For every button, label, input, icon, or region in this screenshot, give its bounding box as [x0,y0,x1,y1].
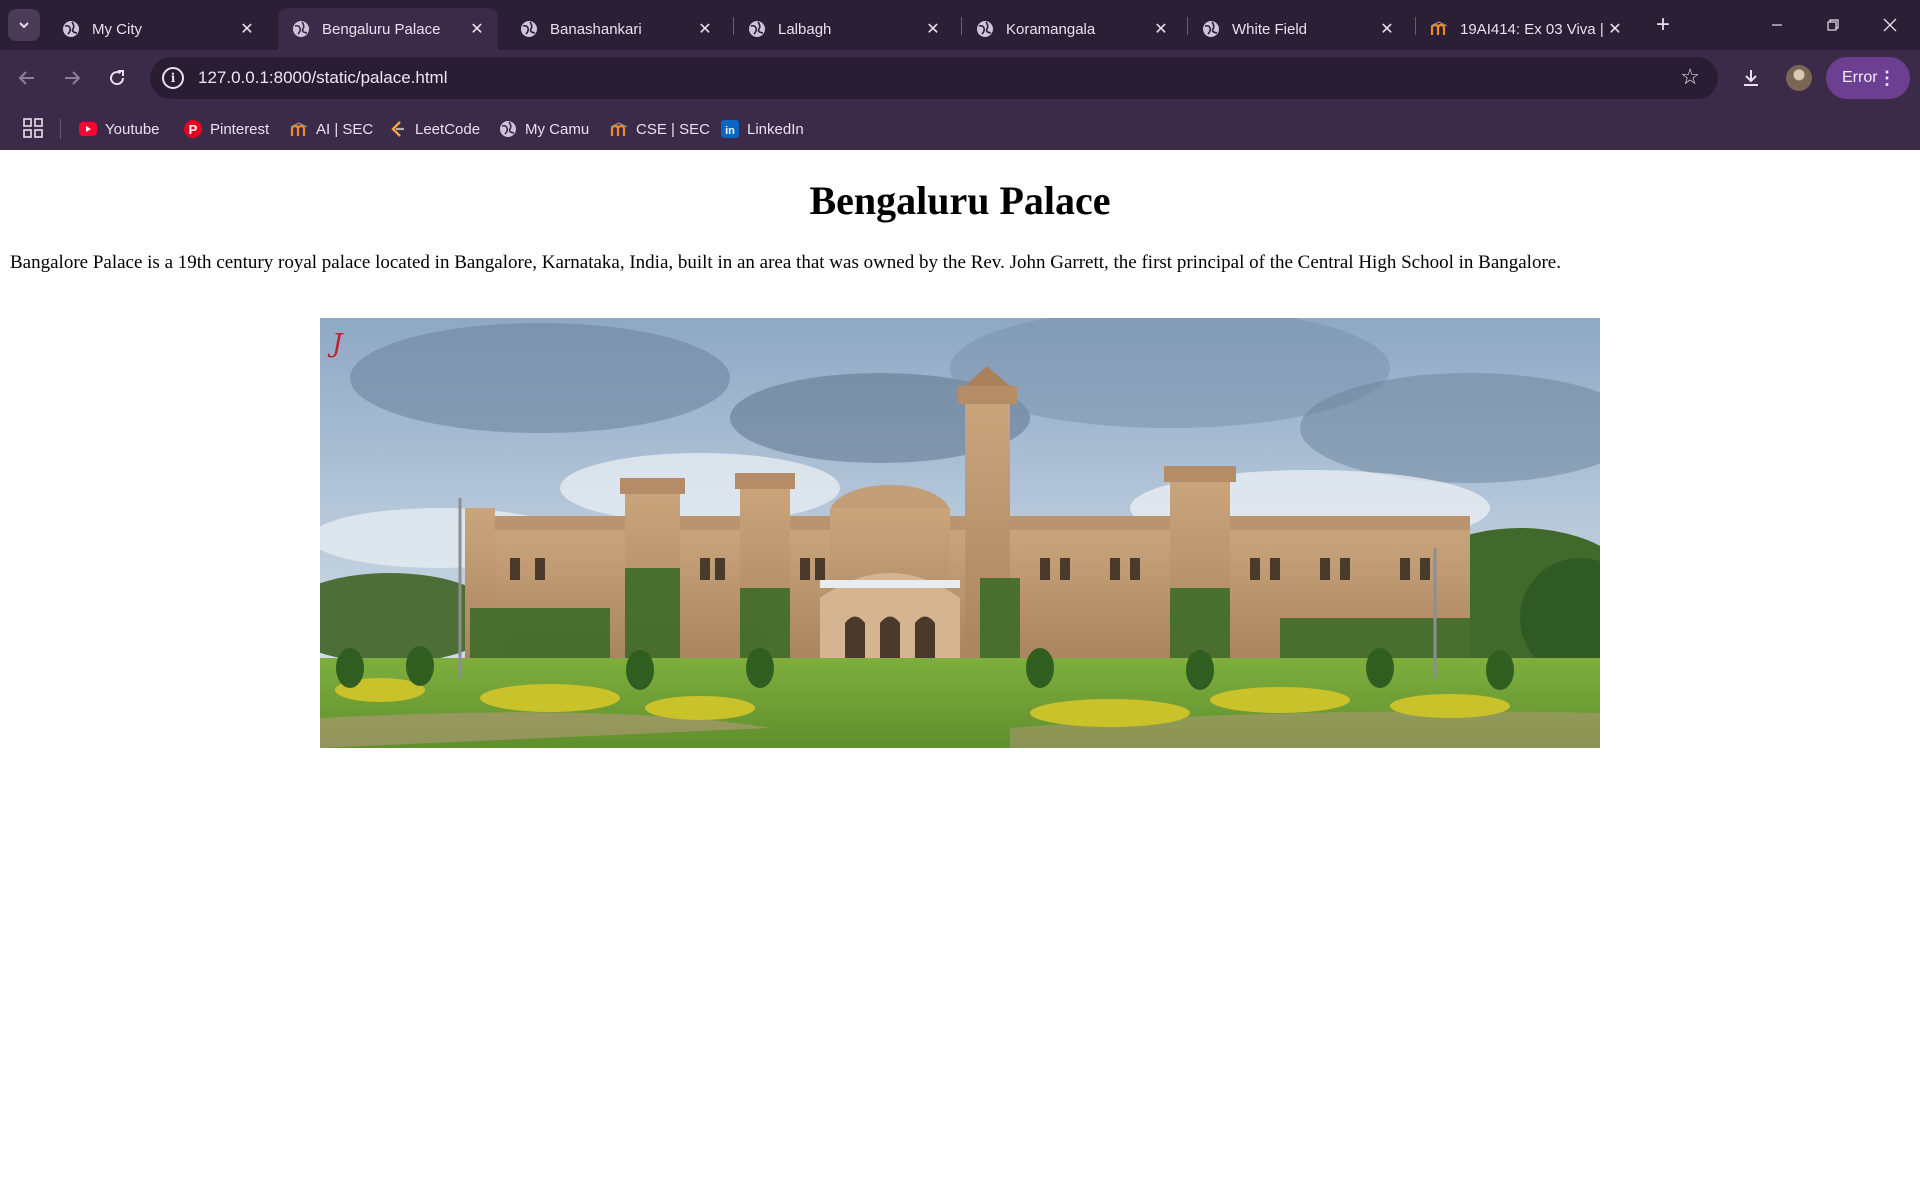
chevron-down-icon [19,22,29,29]
bookmark-label: LeetCode [415,120,481,138]
close-icon[interactable]: ✕ [466,18,488,40]
pinterest-icon: P [184,120,202,138]
svg-text:in: in [725,125,735,137]
close-icon [1883,18,1897,32]
reload-button[interactable] [100,61,134,95]
url-text[interactable]: 127.0.0.1:8000/static/palace.html [198,68,448,88]
linkedin-icon: in [721,120,739,138]
close-icon[interactable]: ✕ [694,18,716,40]
tab-koramangala[interactable]: Koramangala ✕ [962,8,1182,50]
download-icon [1744,70,1758,86]
globe-icon [1203,21,1219,37]
tab-white-field[interactable]: White Field ✕ [1188,8,1408,50]
bookmark-ai-sec[interactable]: AI | SEC [290,116,373,142]
bookmark-label: AI | SEC [316,120,374,138]
close-icon[interactable]: ✕ [236,18,258,40]
close-icon[interactable]: ✕ [1376,18,1398,40]
tab-title: My City [92,20,142,38]
tab-title: Koramangala [1006,20,1096,38]
tab-title: Lalbagh [778,20,832,38]
tab-viva[interactable]: 19AI414: Ex 03 Viva | ✕ [1416,8,1636,50]
tab-title: Banashankari [550,20,642,38]
tab-title: 19AI414: Ex 03 Viva | [1460,20,1604,38]
bookmark-label: CSE | SEC [636,120,710,138]
back-button[interactable] [10,61,44,95]
minimize-button[interactable] [1749,8,1805,42]
error-label: Error [1842,69,1878,86]
globe-icon [521,21,537,37]
close-window-button[interactable] [1862,8,1918,42]
palace-photo: J [320,318,1600,748]
close-icon[interactable]: ✕ [1150,18,1172,40]
browser-chrome: My City ✕ Bengaluru Palace ✕ Banashankar… [0,0,1920,150]
tab-title: White Field [1232,20,1308,38]
page-description: Bangalore Palace is a 19th century royal… [10,252,1561,273]
restore-button[interactable] [1805,8,1861,42]
downloads-button[interactable] [1734,61,1768,95]
page-content: Bengaluru Palace Bangalore Palace is a 1… [0,150,1920,1200]
page-title: Bengaluru Palace [809,178,1111,223]
tab-strip: My City ✕ Bengaluru Palace ✕ Banashankar… [0,0,1920,50]
forward-button[interactable] [55,61,89,95]
moodle-icon [290,120,308,138]
bookmark-label: LinkedIn [747,120,804,138]
globe-icon [499,120,517,138]
bookmark-label: My Camu [525,120,590,138]
bookmark-label: Youtube [105,120,160,138]
globe-icon [749,21,765,37]
leetcode-icon [389,120,407,138]
reload-icon [110,70,125,86]
globe-icon [977,21,993,37]
youtube-icon [79,120,97,138]
bookmark-divider [60,119,61,139]
navigation-toolbar: i 127.0.0.1:8000/static/palace.html ☆ Er… [0,50,1920,108]
tab-banashankari[interactable]: Banashankari ✕ [506,8,726,50]
arrow-right-icon [65,71,81,85]
globe-icon [63,21,79,37]
tab-my-city[interactable]: My City ✕ [48,8,268,50]
tab-lalbagh[interactable]: Lalbagh ✕ [734,8,954,50]
site-info-icon[interactable]: i [162,67,184,89]
bookmark-pinterest[interactable]: P Pinterest [184,116,269,142]
arrow-left-icon [18,71,34,85]
profile-error-button[interactable]: Error ⋮ [1826,57,1910,99]
close-icon[interactable]: ✕ [922,18,944,40]
bookmark-cse-sec[interactable]: CSE | SEC [610,116,710,142]
bookmark-star-icon[interactable]: ☆ [1680,66,1700,88]
more-vert-icon: ⋮ [1878,68,1896,88]
palace-image: J [320,318,1600,748]
address-bar[interactable]: i 127.0.0.1:8000/static/palace.html ☆ [150,57,1718,99]
close-icon[interactable]: ✕ [1604,18,1626,40]
bookmark-youtube[interactable]: Youtube [79,116,160,142]
svg-text:P: P [189,122,198,137]
minimize-icon [1772,24,1782,26]
bookmark-linkedin[interactable]: in LinkedIn [721,116,804,142]
moodle-icon [1430,21,1448,35]
restore-icon [1827,19,1839,31]
bookmark-my-camu[interactable]: My Camu [499,116,589,142]
bookmarks-bar: Youtube P Pinterest AI | SEC LeetCode My… [0,108,1920,150]
bookmark-leetcode[interactable]: LeetCode [389,116,480,142]
bookmark-label: Pinterest [210,120,270,138]
tab-search-button[interactable] [8,9,40,41]
globe-icon [293,21,309,37]
avatar[interactable] [1786,65,1812,91]
moodle-icon [610,120,628,138]
new-tab-button[interactable]: + [1650,13,1676,39]
tab-bengaluru-palace[interactable]: Bengaluru Palace ✕ [278,8,498,50]
apps-grid-icon[interactable] [22,117,44,139]
tab-title: Bengaluru Palace [322,20,441,38]
